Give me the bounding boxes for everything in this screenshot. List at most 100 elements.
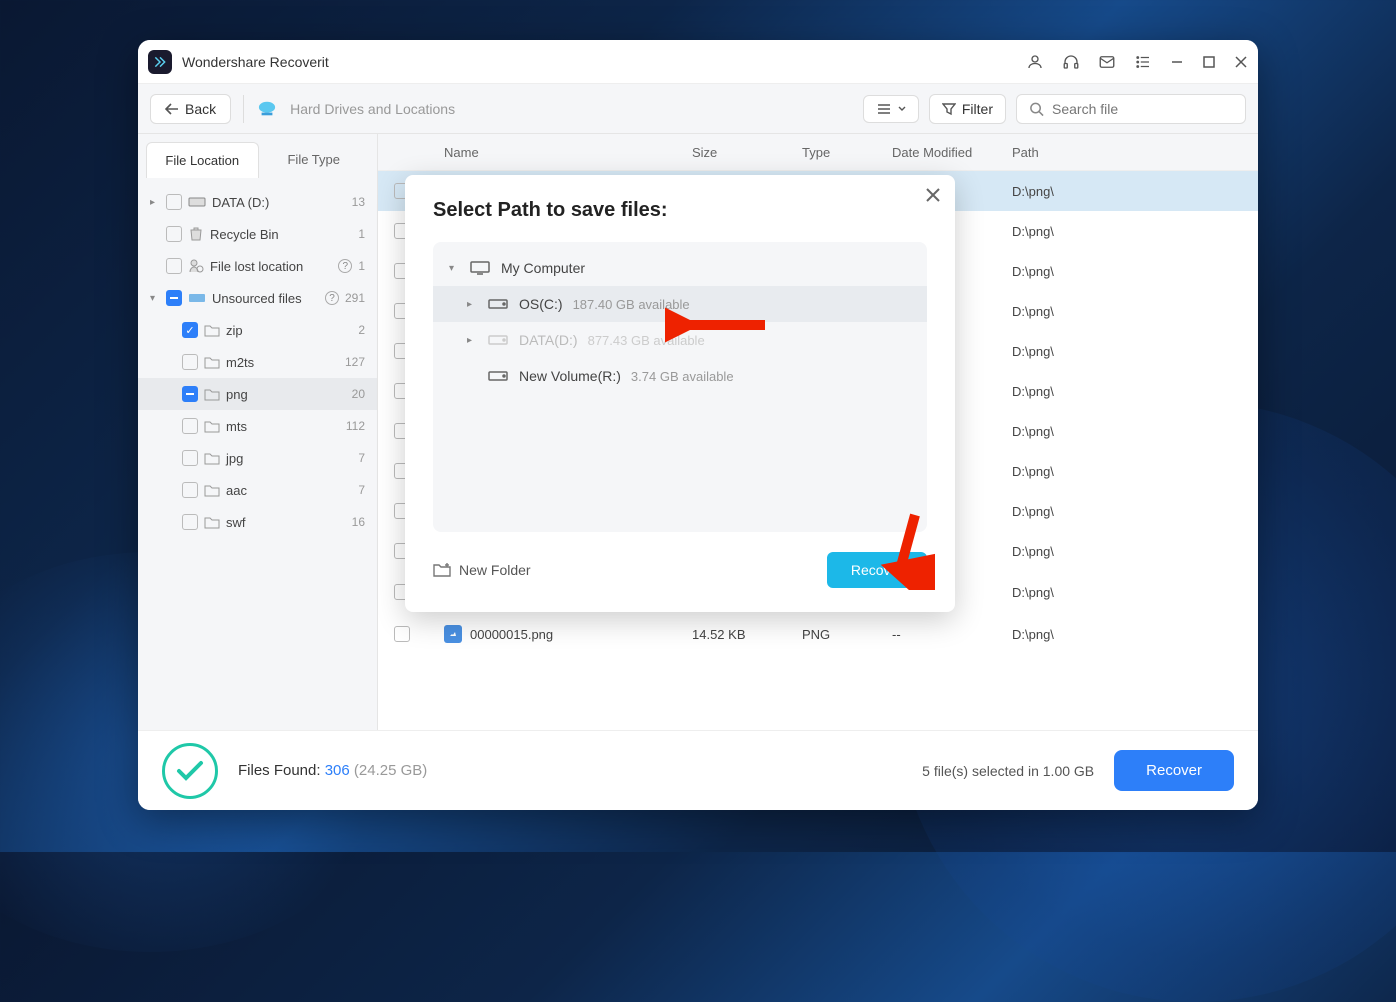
image-file-icon xyxy=(444,625,462,643)
col-type[interactable]: Type xyxy=(802,145,892,160)
checkbox[interactable] xyxy=(166,194,182,210)
checkbox[interactable] xyxy=(182,482,198,498)
help-icon[interactable]: ? xyxy=(325,291,339,305)
drive-new-volume-r[interactable]: ▸ New Volume(R:) 3.74 GB available xyxy=(433,358,927,394)
search-box[interactable] xyxy=(1016,94,1246,124)
tree-label: swf xyxy=(226,515,346,530)
cell-path: D:\png\ xyxy=(1012,464,1242,479)
tab-file-location[interactable]: File Location xyxy=(146,142,259,178)
folder-icon xyxy=(204,355,220,369)
expand-icon[interactable]: ▸ xyxy=(150,197,160,208)
col-path[interactable]: Path xyxy=(1012,145,1242,160)
tree-item-unsourced[interactable]: ▾ Unsourced files ? 291 xyxy=(138,282,377,314)
tree-item-mts[interactable]: mts 112 xyxy=(138,410,377,442)
tree-item-m2ts[interactable]: m2ts 127 xyxy=(138,346,377,378)
modal-recover-button[interactable]: Recover xyxy=(827,552,927,588)
search-input[interactable] xyxy=(1052,101,1233,117)
tree-item-file-lost[interactable]: File lost location ? 1 xyxy=(138,250,377,282)
checkbox[interactable] xyxy=(182,418,198,434)
new-folder-label: New Folder xyxy=(459,562,531,578)
trash-icon xyxy=(188,226,204,242)
tree-item-recycle-bin[interactable]: Recycle Bin 1 xyxy=(138,218,377,250)
cell-size: 14.52 KB xyxy=(692,627,802,642)
tree-label: png xyxy=(226,387,346,402)
checkbox[interactable] xyxy=(182,450,198,466)
checkbox-partial[interactable] xyxy=(166,290,182,306)
folder-icon xyxy=(204,451,220,465)
modal-close-button[interactable] xyxy=(925,187,941,203)
checkbox[interactable] xyxy=(182,354,198,370)
app-title: Wondershare Recoverit xyxy=(182,54,1026,70)
recover-button[interactable]: Recover xyxy=(1114,750,1234,791)
cell-path: D:\png\ xyxy=(1012,304,1242,319)
select-all-checkbox[interactable] xyxy=(394,144,410,160)
mail-icon[interactable] xyxy=(1098,53,1116,71)
drive-name: DATA(D:) xyxy=(519,332,578,348)
location-breadcrumb[interactable]: Hard Drives and Locations xyxy=(290,101,851,117)
tree-count: 291 xyxy=(345,291,365,305)
col-name[interactable]: Name xyxy=(424,145,692,160)
tree-label: Unsourced files xyxy=(212,291,317,306)
col-date[interactable]: Date Modified xyxy=(892,145,1012,160)
cell-path: D:\png\ xyxy=(1012,224,1242,239)
headset-icon[interactable] xyxy=(1062,53,1080,71)
menu-icon[interactable] xyxy=(1134,53,1152,71)
col-size[interactable]: Size xyxy=(692,145,802,160)
cell-path: D:\png\ xyxy=(1012,504,1242,519)
drive-available: 877.43 GB available xyxy=(588,333,705,348)
back-button[interactable]: Back xyxy=(150,94,231,124)
expand-icon[interactable]: ▾ xyxy=(150,293,160,304)
filter-icon xyxy=(942,102,956,116)
tree-count: 20 xyxy=(352,387,365,401)
tree-item-zip[interactable]: ✓ zip 2 xyxy=(138,314,377,346)
filter-label: Filter xyxy=(962,101,993,117)
expand-icon[interactable]: ▸ xyxy=(467,299,477,310)
minimize-button[interactable] xyxy=(1170,55,1184,69)
user-icon[interactable] xyxy=(1026,53,1044,71)
help-icon[interactable]: ? xyxy=(338,259,352,273)
drive-available: 187.40 GB available xyxy=(573,297,690,312)
cell-path: D:\png\ xyxy=(1012,544,1242,559)
tree-count: 127 xyxy=(345,355,365,369)
view-mode-button[interactable] xyxy=(863,95,919,123)
close-button[interactable] xyxy=(1234,55,1248,69)
cell-path: D:\png\ xyxy=(1012,384,1242,399)
checkbox[interactable] xyxy=(182,514,198,530)
drive-icon xyxy=(487,368,509,384)
cell-path: D:\png\ xyxy=(1012,264,1242,279)
tree-item-aac[interactable]: aac 7 xyxy=(138,474,377,506)
checkbox-checked[interactable]: ✓ xyxy=(182,322,198,338)
tree-item-jpg[interactable]: jpg 7 xyxy=(138,442,377,474)
tree-label: aac xyxy=(226,483,352,498)
app-logo-icon xyxy=(148,50,172,74)
table-row[interactable]: 00000015.png14.52 KBPNG--D:\png\ xyxy=(378,613,1258,655)
filter-button[interactable]: Filter xyxy=(929,94,1006,124)
list-icon xyxy=(876,102,892,116)
new-folder-button[interactable]: New Folder xyxy=(433,562,531,578)
drive-name: OS(C:) xyxy=(519,296,563,312)
tree-item-data-d[interactable]: ▸ DATA (D:) 13 xyxy=(138,186,377,218)
arrow-left-icon xyxy=(165,103,179,115)
folder-icon xyxy=(204,323,220,337)
footer: Files Found: 306 (24.25 GB) 5 file(s) se… xyxy=(138,730,1258,810)
found-label: Files Found: xyxy=(238,762,325,779)
drive-icon xyxy=(487,332,509,348)
checkbox[interactable] xyxy=(166,258,182,274)
checkbox[interactable] xyxy=(166,226,182,242)
checkbox-partial[interactable] xyxy=(182,386,198,402)
titlebar: Wondershare Recoverit xyxy=(138,40,1258,84)
cell-date: -- xyxy=(892,627,1012,642)
maximize-button[interactable] xyxy=(1202,55,1216,69)
drive-my-computer[interactable]: ▾ My Computer xyxy=(433,250,927,286)
files-found-text: Files Found: 306 (24.25 GB) xyxy=(238,762,902,779)
tab-file-type[interactable]: File Type xyxy=(259,142,370,178)
tree-item-swf[interactable]: swf 16 xyxy=(138,506,377,538)
tree-count: 1 xyxy=(358,227,365,241)
table-header: Name Size Type Date Modified Path xyxy=(378,134,1258,171)
drive-os-c[interactable]: ▸ OS(C:) 187.40 GB available xyxy=(433,286,927,322)
tree-count: 2 xyxy=(358,323,365,337)
row-checkbox[interactable] xyxy=(394,626,410,642)
expand-icon[interactable]: ▾ xyxy=(449,263,459,274)
back-label: Back xyxy=(185,101,216,117)
tree-item-png[interactable]: png 20 xyxy=(138,378,377,410)
